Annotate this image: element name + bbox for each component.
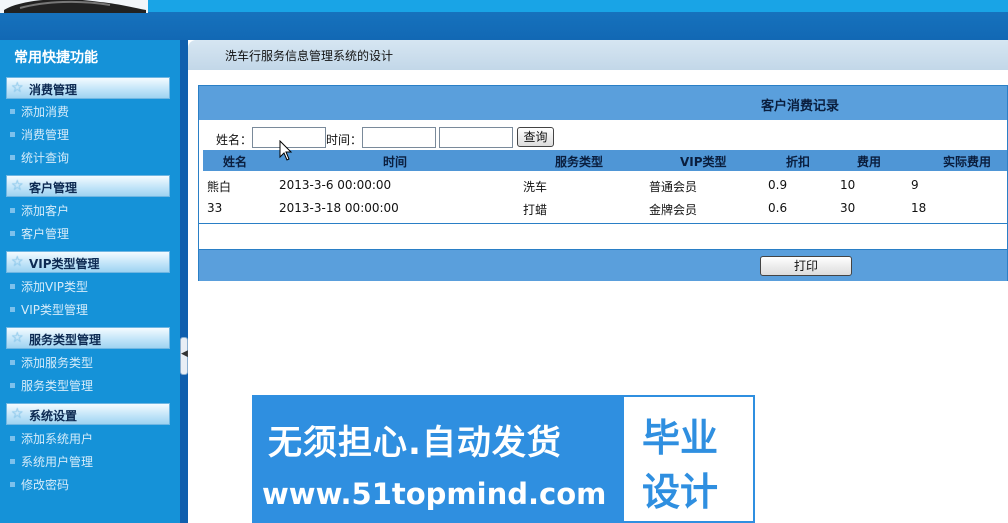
query-button[interactable]: 查询 [517, 127, 554, 147]
cell-actual: 9 [911, 178, 919, 192]
panel-title: 客户消费记录 [761, 99, 840, 114]
sidebar-group-settings[interactable]: ☆ 系统设置 [6, 403, 170, 425]
bullet-icon [10, 208, 15, 213]
cell-service: 打蜡 [523, 203, 548, 217]
bullet-icon [10, 231, 15, 236]
watermark-banner: 无须担心.自动发货 www.51topmind.com 毕业 设计 [252, 395, 755, 523]
table-divider [199, 223, 1007, 224]
watermark-box-line1: 毕业 [642, 416, 719, 460]
car-logo-icon [0, 0, 148, 13]
cell-discount: 0.9 [768, 178, 788, 192]
cell-vip: 金牌会员 [649, 203, 698, 217]
col-vip-type: VIP类型 [680, 155, 727, 169]
cell-discount: 0.6 [768, 201, 788, 215]
cell-fee: 10 [840, 178, 856, 192]
star-icon: ☆ [11, 406, 24, 422]
sidebar-group-vip[interactable]: ☆ VIP类型管理 [6, 251, 170, 273]
search-bar: 姓名： 时间： 查询 [199, 120, 1007, 150]
col-time: 时间 [383, 155, 408, 169]
col-name: 姓名 [223, 155, 248, 169]
sidebar-item-add-user[interactable]: 添加系统用户 [10, 430, 93, 446]
sidebar-item-consumption-manage[interactable]: 消费管理 [10, 126, 69, 142]
consumption-panel: 客户消费记录 姓名： 时间： 查询 姓名 时间 服务类型 VIP类型 折扣 费用… [198, 85, 1008, 281]
table-header: 姓名 时间 服务类型 VIP类型 折扣 费用 实际费用 [203, 150, 1007, 171]
bullet-icon [10, 109, 15, 114]
bullet-icon [10, 307, 15, 312]
time-from-input[interactable] [362, 127, 436, 148]
sidebar-collapse-toggle[interactable]: ◀ [180, 337, 188, 375]
sidebar-item-service-manage[interactable]: 服务类型管理 [10, 377, 93, 393]
bullet-icon [10, 132, 15, 137]
table-row[interactable]: 33 2013-3-18 00:00:00 打蜡 金牌会员 0.6 30 18 [199, 196, 1007, 219]
cell-actual: 18 [911, 201, 927, 215]
sidebar-item-add-consumption[interactable]: 添加消费 [10, 103, 69, 119]
sidebar-item-vip-manage[interactable]: VIP类型管理 [10, 301, 88, 317]
bullet-icon [10, 383, 15, 388]
sidebar-item-change-password[interactable]: 修改密码 [10, 476, 69, 492]
bullet-icon [10, 155, 15, 160]
watermark-box-line2: 设计 [642, 470, 719, 514]
col-fee: 费用 [857, 155, 882, 169]
bullet-icon [10, 284, 15, 289]
bullet-icon [10, 482, 15, 487]
time-to-input[interactable] [439, 127, 513, 148]
group-label: 客户管理 [29, 181, 78, 195]
bullet-icon [10, 436, 15, 441]
group-label: 系统设置 [29, 409, 78, 423]
bullet-icon [10, 360, 15, 365]
sidebar-item-add-service[interactable]: 添加服务类型 [10, 354, 93, 370]
sidebar-item-customer-manage[interactable]: 客户管理 [10, 225, 69, 241]
sidebar-group-customer[interactable]: ☆ 客户管理 [6, 175, 170, 197]
cell-name: 熊白 [207, 180, 232, 194]
breadcrumb-text: 洗车行服务信息管理系统的设计 [225, 49, 394, 63]
col-discount: 折扣 [786, 155, 811, 169]
star-icon: ☆ [11, 178, 24, 194]
star-icon: ☆ [11, 254, 24, 270]
sidebar-item-user-manage[interactable]: 系统用户管理 [10, 453, 93, 469]
cell-vip: 普通会员 [649, 180, 698, 194]
name-label: 姓名： [216, 133, 253, 147]
watermark-box: 毕业 设计 [622, 395, 755, 523]
sidebar-title: 常用快捷功能 [14, 50, 98, 66]
cell-service: 洗车 [523, 180, 548, 194]
watermark-url: www.51topmind.com [262, 477, 607, 511]
sidebar: 常用快捷功能 ☆ 消费管理 添加消费 消费管理 统计查询 ☆ 客户管理 添加客户… [0, 40, 180, 523]
star-icon: ☆ [11, 80, 24, 96]
cell-time: 2013-3-6 00:00:00 [279, 178, 392, 192]
breadcrumb: 洗车行服务信息管理系统的设计 [188, 40, 1008, 70]
sidebar-group-service[interactable]: ☆ 服务类型管理 [6, 327, 170, 349]
print-button[interactable]: 打印 [760, 256, 852, 276]
cell-time: 2013-3-18 00:00:00 [279, 201, 399, 215]
table-row[interactable]: 熊白 2013-3-6 00:00:00 洗车 普通会员 0.9 10 9 [199, 173, 1007, 196]
panel-footer: 打印 [199, 249, 1007, 281]
bullet-icon [10, 459, 15, 464]
cell-name: 33 [207, 201, 223, 215]
panel-header: 客户消费记录 [199, 86, 1007, 120]
collapse-arrow-icon: ◀ [181, 349, 188, 359]
sidebar-item-add-vip[interactable]: 添加VIP类型 [10, 278, 88, 294]
cell-fee: 30 [840, 201, 856, 215]
sidebar-item-stats-query[interactable]: 统计查询 [10, 149, 69, 165]
time-label: 时间： [326, 133, 363, 147]
sidebar-group-consumption[interactable]: ☆ 消费管理 [6, 77, 170, 99]
group-label: 消费管理 [29, 83, 78, 97]
col-service-type: 服务类型 [555, 155, 604, 169]
top-banner [0, 0, 1008, 40]
mouse-cursor-icon [279, 140, 293, 161]
group-label: 服务类型管理 [29, 333, 102, 347]
star-icon: ☆ [11, 330, 24, 346]
group-label: VIP类型管理 [29, 257, 100, 271]
banner-stripe [148, 0, 1008, 12]
watermark-slogan: 无须担心.自动发货 [268, 423, 562, 463]
sidebar-item-add-customer[interactable]: 添加客户 [10, 202, 69, 218]
col-actual-fee: 实际费用 [943, 155, 992, 169]
